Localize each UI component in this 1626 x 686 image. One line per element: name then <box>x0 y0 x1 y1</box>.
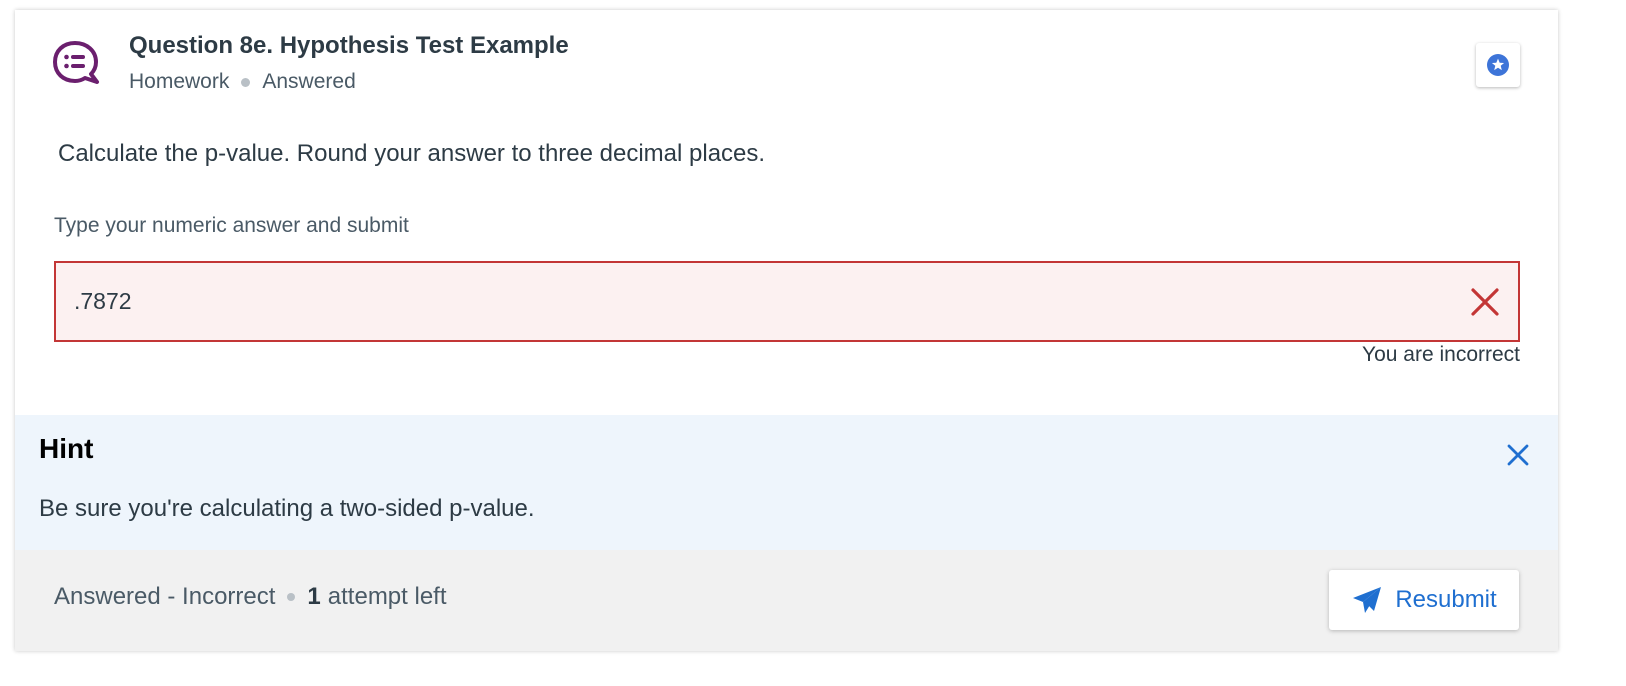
question-state: Answered <box>262 70 356 93</box>
attempts-count: 1 <box>307 583 321 610</box>
separator-dot <box>287 593 296 601</box>
incorrect-x-icon <box>1471 288 1499 316</box>
bookmark-button[interactable] <box>1476 43 1520 87</box>
question-header: Question 8e. Hypothesis Test Example Hom… <box>15 10 1558 120</box>
numeric-answer-input[interactable] <box>74 283 1434 319</box>
star-badge-icon <box>1487 54 1509 76</box>
question-prompt: Calculate the p-value. Round your answer… <box>58 140 766 167</box>
paper-plane-icon <box>1353 587 1382 613</box>
question-chat-icon <box>53 41 99 84</box>
resubmit-label: Resubmit <box>1395 586 1497 613</box>
question-card: Question 8e. Hypothesis Test Example Hom… <box>15 10 1558 651</box>
answer-feedback: You are incorrect <box>1362 343 1520 366</box>
resubmit-button[interactable]: Resubmit <box>1329 570 1519 630</box>
answer-status-text: Answered - Incorrect <box>54 583 276 610</box>
question-footer: Answered - Incorrect 1 attempt left Resu… <box>15 550 1558 651</box>
hint-body: Be sure you're calculating a two-sided p… <box>39 495 535 522</box>
separator-dot <box>241 77 251 87</box>
question-title: Question 8e. Hypothesis Test Example <box>129 32 569 59</box>
question-meta: Homework Answered <box>129 70 356 94</box>
hint-title: Hint <box>39 433 94 464</box>
attempts-text: attempt left <box>327 583 447 610</box>
question-type: Homework <box>129 70 230 93</box>
answer-label: Type your numeric answer and submit <box>54 214 409 237</box>
close-icon[interactable] <box>1506 443 1530 467</box>
answer-field-container <box>54 261 1520 342</box>
hint-panel: Hint Be sure you're calculating a two-si… <box>15 415 1558 550</box>
attempt-status: Answered - Incorrect 1 attempt left <box>54 583 447 611</box>
